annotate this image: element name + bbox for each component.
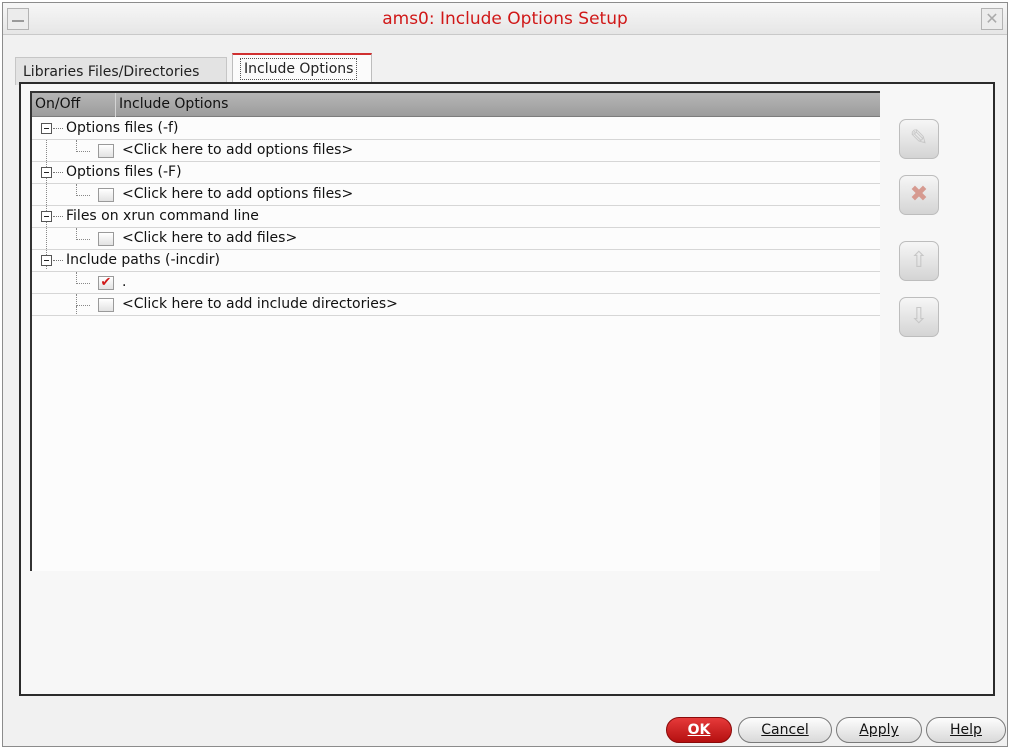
tree-group-row[interactable]: Include paths (-incdir) — [32, 250, 880, 272]
add-options-files-placeholder[interactable]: <Click here to add options files> — [122, 142, 353, 158]
add-include-directories-placeholder[interactable]: <Click here to add include directories> — [122, 296, 398, 312]
collapse-toggle-icon[interactable] — [41, 123, 52, 134]
add-files-placeholder[interactable]: <Click here to add files> — [122, 230, 297, 246]
help-button-label: Help — [950, 722, 982, 738]
move-up-button[interactable]: ⇧ — [899, 241, 939, 281]
move-up-icon: ⇧ — [909, 248, 929, 273]
tree-header: On/Off Include Options — [32, 93, 880, 117]
tab-label: Include Options — [240, 58, 358, 80]
move-down-icon: ⇩ — [909, 304, 929, 329]
enable-checkbox[interactable] — [98, 188, 114, 202]
tree-group-row[interactable]: Options files (-F) — [32, 162, 880, 184]
tree-connector — [76, 184, 90, 196]
column-header-on-off[interactable]: On/Off — [35, 96, 80, 112]
tree-child-row[interactable]: <Click here to add include directories> — [32, 294, 880, 316]
include-directory-entry[interactable]: . — [122, 274, 126, 290]
include-options-tree[interactable]: On/Off Include Options Options files (-f… — [30, 91, 880, 571]
ok-button[interactable]: OK — [666, 717, 732, 743]
delete-icon: ✖ — [909, 182, 929, 207]
tree-connector — [76, 140, 90, 152]
enable-checkbox[interactable] — [98, 144, 114, 158]
tree-connector — [76, 272, 90, 284]
enable-checkbox-checked[interactable]: ✔ — [98, 276, 114, 290]
delete-button[interactable]: ✖ — [899, 175, 939, 215]
column-separator — [115, 93, 116, 117]
apply-button-label: Apply — [859, 722, 899, 738]
apply-button[interactable]: Apply — [836, 717, 922, 743]
collapse-toggle-icon[interactable] — [41, 211, 52, 222]
cancel-button-label: Cancel — [761, 722, 809, 738]
tab-libraries-files-directories[interactable]: Libraries Files/Directories — [15, 57, 227, 85]
column-header-include-options[interactable]: Include Options — [119, 96, 228, 112]
tab-panel: On/Off Include Options Options files (-f… — [19, 82, 995, 696]
help-button[interactable]: Help — [926, 717, 1006, 743]
tree-child-row[interactable]: <Click here to add files> — [32, 228, 880, 250]
tree-group-row[interactable]: Options files (-f) — [32, 118, 880, 140]
tree-child-row[interactable]: <Click here to add options files> — [32, 140, 880, 162]
cancel-button[interactable]: Cancel — [738, 717, 832, 743]
collapse-toggle-icon[interactable] — [41, 167, 52, 178]
dialog-window: ams0: Include Options Setup ✕ Libraries … — [2, 2, 1008, 747]
tree-connector — [53, 172, 63, 173]
tab-label: Libraries Files/Directories — [23, 64, 200, 80]
tree-group-row[interactable]: Files on xrun command line — [32, 206, 880, 228]
tree-connector — [53, 216, 63, 217]
tab-include-options[interactable]: Include Options — [232, 53, 372, 85]
tree-connector — [53, 260, 63, 261]
group-label: Files on xrun command line — [66, 208, 259, 224]
group-label: Options files (-F) — [66, 164, 182, 180]
add-options-files-placeholder[interactable]: <Click here to add options files> — [122, 186, 353, 202]
enable-checkbox[interactable] — [98, 232, 114, 246]
tree-child-row[interactable]: ✔ . — [32, 272, 880, 294]
ok-button-label: OK — [687, 722, 711, 738]
group-label: Include paths (-incdir) — [66, 252, 220, 268]
collapse-toggle-icon[interactable] — [41, 255, 52, 266]
window-title: ams0: Include Options Setup — [382, 9, 628, 29]
tree-connector — [76, 228, 90, 240]
tree-child-row[interactable]: <Click here to add options files> — [32, 184, 880, 206]
tree-connector — [76, 294, 90, 306]
move-down-button[interactable]: ⇩ — [899, 297, 939, 337]
tree-connector — [53, 128, 63, 129]
title-bar: ams0: Include Options Setup ✕ — [3, 3, 1007, 35]
edit-button[interactable]: ✎ — [899, 119, 939, 159]
close-button[interactable]: ✕ — [981, 8, 1003, 30]
enable-checkbox[interactable] — [98, 298, 114, 312]
group-label: Options files (-f) — [66, 120, 179, 136]
edit-icon: ✎ — [909, 126, 929, 151]
